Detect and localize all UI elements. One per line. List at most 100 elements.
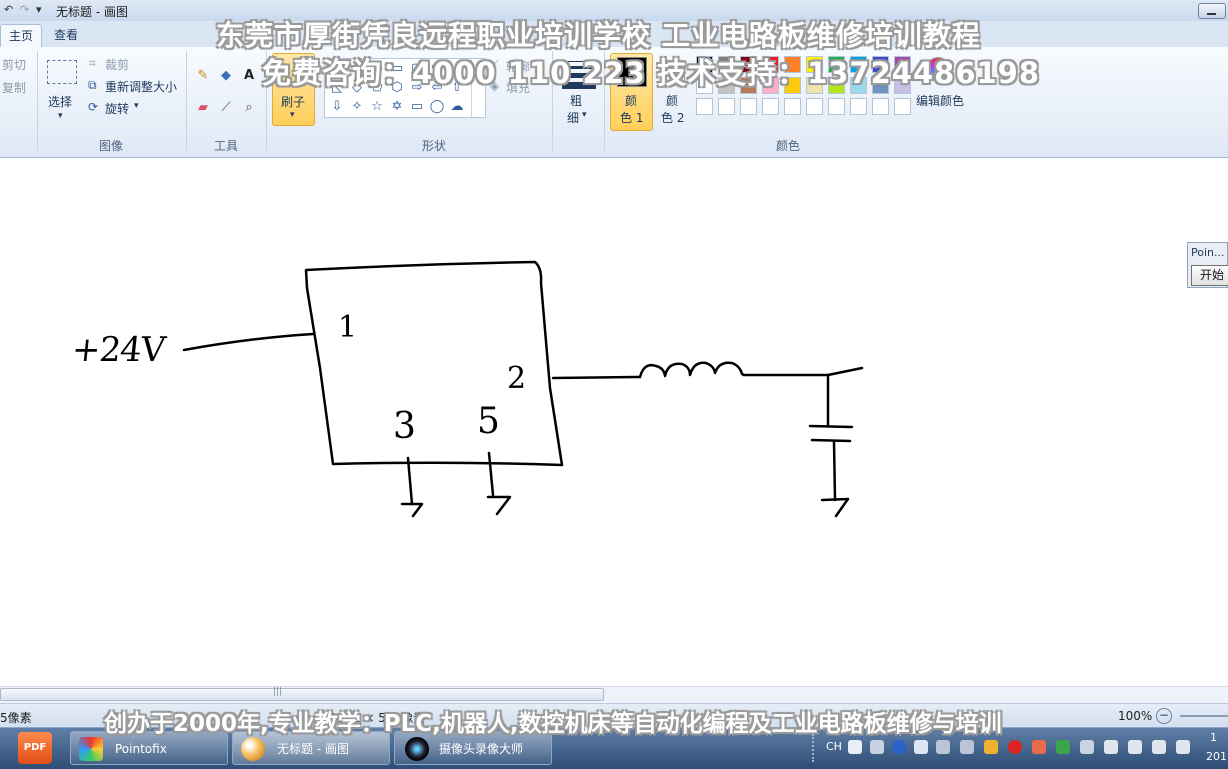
- input-method-icon[interactable]: [848, 740, 862, 754]
- edit-colors-button[interactable]: 编辑颜色: [916, 92, 964, 109]
- copy-button[interactable]: 复制: [2, 79, 26, 96]
- pin1-label: 1: [338, 310, 358, 345]
- voltage-label: +24V: [69, 330, 167, 370]
- inductor: [638, 361, 746, 379]
- pencil-icon[interactable]: ✎: [195, 68, 211, 84]
- clock-time[interactable]: 1: [1210, 731, 1217, 744]
- tray-app-icon-3[interactable]: [984, 740, 998, 754]
- color2-label-bottom[interactable]: 色 2: [661, 109, 684, 126]
- color-swatch[interactable]: [872, 98, 889, 115]
- resize-button[interactable]: 重新调整大小: [105, 78, 177, 95]
- minimize-button[interactable]: [1198, 3, 1226, 19]
- ground-symbol-pin3: [400, 502, 424, 518]
- tray-record-icon[interactable]: [1008, 740, 1022, 754]
- input-wire: [182, 332, 315, 352]
- window-title: 无标题 - 画图: [56, 5, 128, 19]
- ground-symbol-pin5: [486, 495, 512, 516]
- network-icon[interactable]: [1152, 740, 1166, 754]
- color-swatch[interactable]: [762, 98, 779, 115]
- pin3-lead: [406, 456, 414, 506]
- cut-button[interactable]: 剪切: [2, 56, 26, 73]
- tab-home[interactable]: 主页: [0, 24, 43, 47]
- color-swatch[interactable]: [806, 98, 823, 115]
- pointofix-app-icon: [79, 737, 103, 761]
- pdf-app-icon[interactable]: PDF: [18, 732, 52, 764]
- six-point-star-icon[interactable]: ✡: [389, 99, 405, 115]
- group-separator: [37, 51, 38, 151]
- redo-icon[interactable]: ↷: [20, 3, 29, 16]
- four-point-star-icon[interactable]: ✧: [349, 99, 365, 115]
- cap-plate-top: [808, 424, 854, 429]
- tray-app-icon-1[interactable]: [936, 740, 950, 754]
- output-wire: [551, 375, 642, 380]
- tab-view[interactable]: 查看: [46, 24, 86, 46]
- keyboard-icon[interactable]: [870, 740, 884, 754]
- drawing-canvas[interactable]: +24V 1 2 3 5: [0, 158, 1228, 686]
- pin2-label: 2: [507, 361, 527, 396]
- size-label-top[interactable]: 粗: [570, 92, 582, 109]
- watermark-line2: 免费咨询：4000 110 223 技术支持：13724486198: [262, 56, 1041, 90]
- cap-plate-bottom: [810, 438, 852, 443]
- pin5-lead: [487, 451, 495, 497]
- callout-rect-icon[interactable]: ▭: [409, 99, 425, 115]
- undo-icon[interactable]: ↶: [4, 3, 13, 16]
- color-swatch[interactable]: [740, 98, 757, 115]
- color-swatch[interactable]: [894, 98, 911, 115]
- pin3-label: 3: [393, 406, 416, 447]
- group-separator: [186, 51, 187, 151]
- select-dropdown-icon[interactable]: ▾: [58, 111, 63, 121]
- rotate-icon: ⟳: [88, 100, 99, 114]
- scrollbar-grip-icon: |||: [273, 687, 283, 697]
- color-swatch[interactable]: [696, 98, 713, 115]
- status-pen-size: 5像素: [0, 711, 32, 725]
- callout-cloud-icon[interactable]: ☁: [449, 99, 465, 115]
- select-icon[interactable]: [47, 60, 77, 84]
- shapes-group-label: 形状: [422, 139, 447, 153]
- color2-label-top[interactable]: 颜: [666, 92, 678, 109]
- color-swatch[interactable]: [718, 98, 735, 115]
- zoom-level: 100%: [1118, 709, 1153, 723]
- node-stub: [826, 366, 864, 377]
- eraser-icon[interactable]: ▰: [195, 100, 211, 116]
- pointofix-start-button[interactable]: 开始: [1191, 265, 1228, 286]
- fill-bucket-icon[interactable]: ◆: [218, 68, 234, 84]
- help-icon[interactable]: [892, 740, 906, 754]
- color-swatch[interactable]: [850, 98, 867, 115]
- select-button[interactable]: 选择: [48, 93, 72, 110]
- watermark-bottom: 创办于2000年,专业教学：PLC,机器人,数控机床等自动化编程及工业电路板维修…: [104, 711, 1002, 737]
- size-label-bottom[interactable]: 细: [567, 109, 579, 126]
- tray-app-icon-5[interactable]: [1080, 740, 1094, 754]
- tray-options-icon[interactable]: [914, 740, 928, 754]
- tray-grip: [812, 734, 820, 762]
- tray-app-icon-2[interactable]: [960, 740, 974, 754]
- color-swatch[interactable]: [784, 98, 801, 115]
- quick-access-dropdown-icon[interactable]: ▾: [36, 3, 42, 16]
- resize-icon: ⧉: [88, 78, 97, 92]
- clock-date[interactable]: 201: [1206, 750, 1227, 763]
- volume-icon[interactable]: [1104, 740, 1118, 754]
- rotate-button[interactable]: 旋转: [105, 100, 129, 117]
- magnifier-icon[interactable]: ⌕: [241, 100, 257, 116]
- language-indicator[interactable]: CH: [826, 740, 842, 753]
- down-arrow-shape-icon[interactable]: ⇩: [329, 99, 345, 115]
- crop-button[interactable]: 裁剪: [105, 56, 129, 73]
- speaker-icon[interactable]: [1176, 740, 1190, 754]
- tray-app-icon-6[interactable]: [1128, 740, 1142, 754]
- tray-security-icon[interactable]: [1056, 740, 1070, 754]
- size-dropdown-icon[interactable]: ▾: [582, 110, 587, 120]
- image-group-label: 图像: [99, 139, 124, 153]
- tray-app-icon-4[interactable]: [1032, 740, 1046, 754]
- zoom-slider[interactable]: [1180, 715, 1228, 717]
- color-swatch[interactable]: [828, 98, 845, 115]
- five-point-star-icon[interactable]: ☆: [369, 99, 385, 115]
- text-tool-icon[interactable]: A: [241, 68, 257, 84]
- scrollbar-thumb[interactable]: |||: [0, 687, 604, 701]
- rotate-dropdown-icon[interactable]: ▾: [134, 101, 139, 111]
- ground-symbol-cap: [820, 497, 850, 518]
- zoom-out-icon[interactable]: −: [1156, 708, 1172, 724]
- tools-group-label: 工具: [214, 139, 239, 153]
- callout-oval-icon[interactable]: ◯: [429, 99, 445, 115]
- watermark-line1: 东莞市厚街凭良远程职业培训学校 工业电路板维修培训教程: [216, 19, 981, 52]
- color1-label-bottom: 色 1: [620, 111, 644, 125]
- color-picker-icon[interactable]: ⟋: [218, 100, 234, 116]
